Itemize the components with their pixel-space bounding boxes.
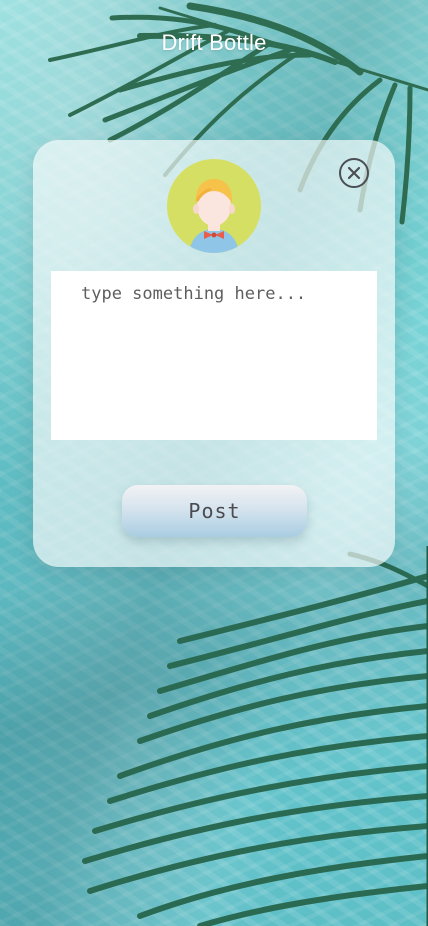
app-title: Drift Bottle xyxy=(161,30,267,55)
close-button[interactable] xyxy=(339,158,369,188)
message-input[interactable] xyxy=(51,271,377,440)
close-icon xyxy=(347,166,361,180)
avatar-icon xyxy=(167,159,261,253)
post-button[interactable]: Post xyxy=(122,485,307,537)
compose-card: Post xyxy=(33,140,395,567)
